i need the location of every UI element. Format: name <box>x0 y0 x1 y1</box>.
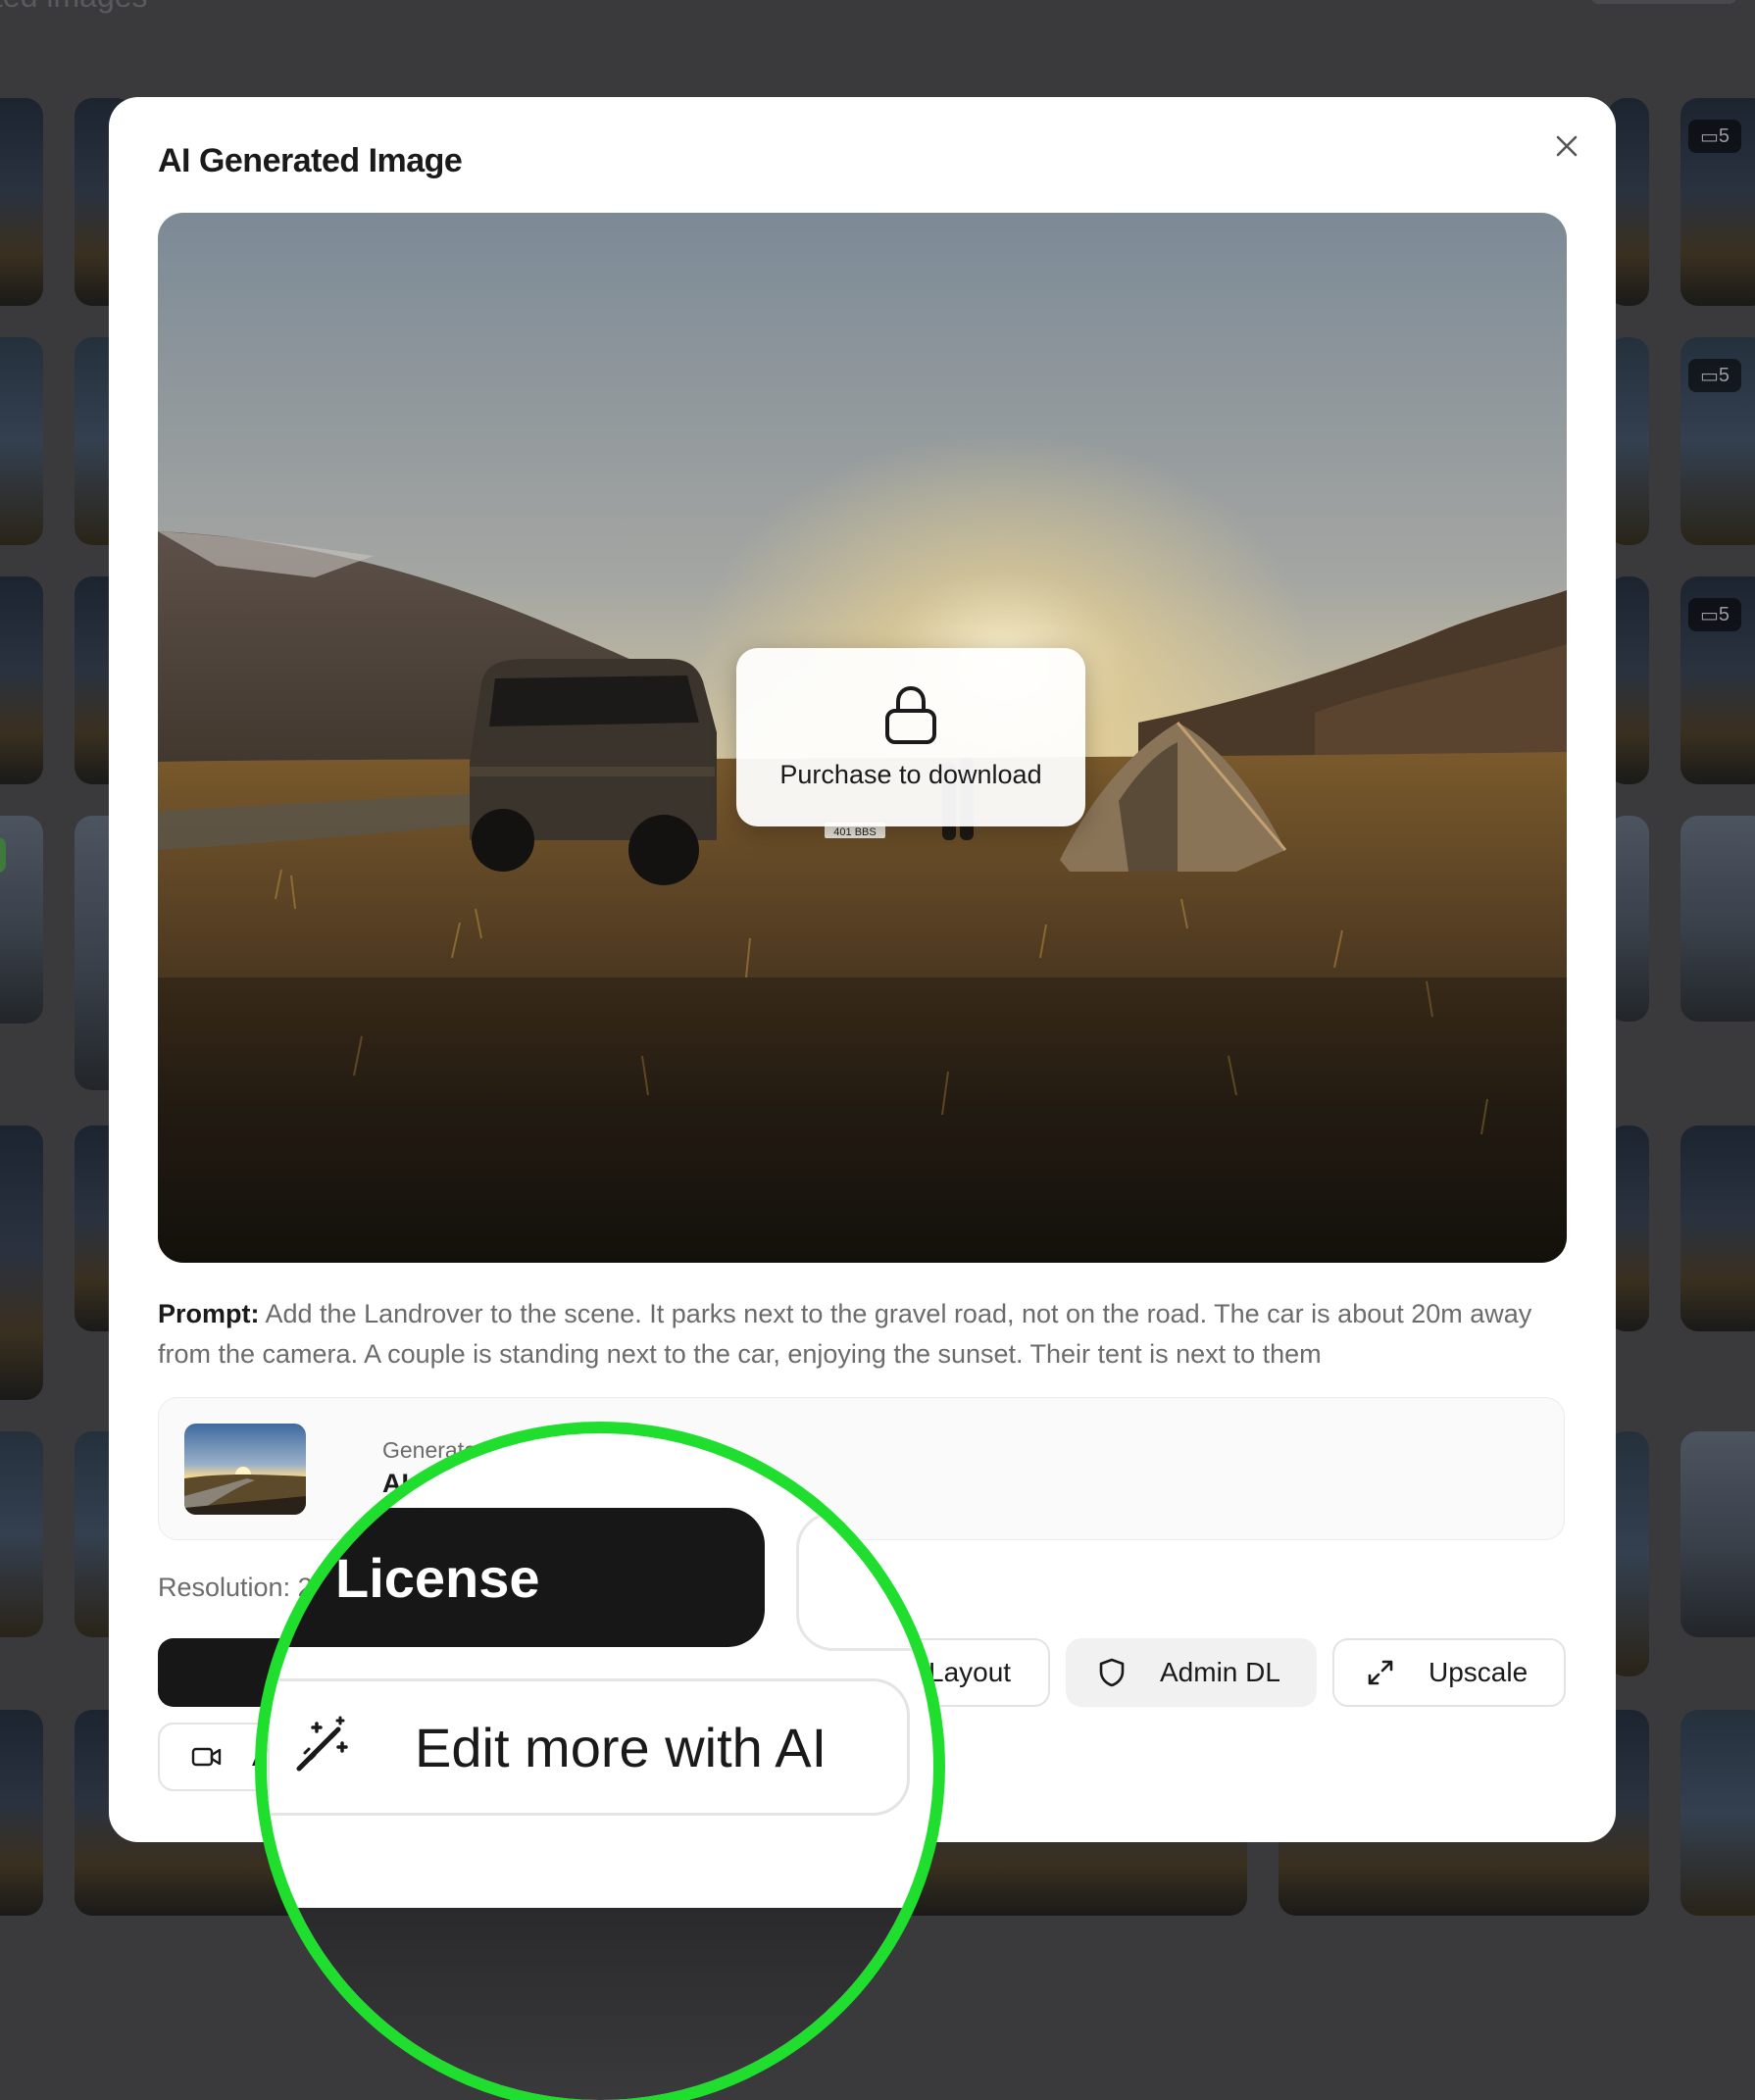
generated-image: 401 BBS Purchase to download <box>158 213 1567 1263</box>
upscale-label: Upscale <box>1429 1657 1529 1687</box>
video-camera-icon: ▭ <box>1700 604 1719 626</box>
license-button-zoomed[interactable]: License <box>267 1508 765 1647</box>
lock-icon <box>885 685 936 744</box>
layout-button-label: l Layout <box>915 1657 1012 1687</box>
edit-more-with-ai-button[interactable]: Edit more with AI <box>267 1678 910 1816</box>
status-badge: d <box>0 837 6 873</box>
admin-download-button[interactable]: Admin DL <box>1066 1638 1317 1707</box>
gallery-thumb[interactable]: ▭ 5 <box>1680 337 1755 545</box>
prompt-text: Prompt: Add the Landrover to the scene. … <box>158 1294 1570 1375</box>
purchase-label: Purchase to download <box>779 759 1042 789</box>
gallery-thumb[interactable] <box>0 337 43 545</box>
upscale-button[interactable]: Upscale <box>1332 1638 1566 1707</box>
video-camera-icon: ▭ <box>1700 365 1719 387</box>
admin-dl-label: Admin DL <box>1160 1657 1280 1687</box>
svg-text:401 BBS: 401 BBS <box>833 826 876 838</box>
gallery-thumb[interactable] <box>0 98 43 306</box>
shield-icon <box>1097 1657 1127 1688</box>
gallery-thumb[interactable]: ▭ 5 <box>1680 576 1755 784</box>
gallery-section-title: ted images <box>0 0 148 15</box>
gallery-thumb[interactable] <box>1680 1431 1755 1637</box>
license-label: License <box>335 1546 540 1609</box>
gallery-thumb[interactable] <box>1680 1125 1755 1331</box>
gallery-thumb[interactable] <box>0 1125 43 1400</box>
prompt-body: Add the Landrover to the scene. It parks… <box>158 1299 1532 1369</box>
secondary-button-zoomed[interactable] <box>796 1512 933 1651</box>
prompt-label: Prompt: <box>158 1299 260 1328</box>
close-button[interactable] <box>1547 126 1586 166</box>
gallery-thumb[interactable] <box>0 1710 43 1916</box>
video-camera-icon <box>191 1746 223 1768</box>
modal-title: AI Generated Image <box>158 142 463 179</box>
edit-more-with-ai-label: Edit more with AI <box>415 1716 827 1778</box>
close-icon <box>1556 135 1578 157</box>
video-badge: ▭ 5 <box>1688 120 1741 153</box>
purchase-to-download-card[interactable]: Purchase to download <box>736 648 1085 826</box>
magic-wand-icon <box>291 1714 354 1781</box>
source-thumbnail[interactable] <box>184 1424 306 1515</box>
magnifier-background-strip <box>267 1908 933 2100</box>
gallery-thumb[interactable] <box>0 1431 43 1637</box>
gallery-thumb[interactable] <box>1680 816 1755 1022</box>
video-badge: ▭ 5 <box>1688 359 1741 392</box>
gallery-thumb[interactable] <box>0 576 43 784</box>
gallery-thumb[interactable]: d <box>0 816 43 1024</box>
expand-icon <box>1366 1658 1395 1687</box>
source-thumbnail-image <box>184 1424 306 1515</box>
video-badge: ▭ 5 <box>1688 598 1741 631</box>
gallery-header-pill <box>1590 0 1737 4</box>
gallery-thumb[interactable]: ▭ 5 <box>1680 98 1755 306</box>
gallery-thumb[interactable] <box>1680 1710 1755 1916</box>
video-camera-icon: ▭ <box>1700 125 1719 148</box>
zoom-magnifier: License Edit more with AI <box>267 1433 933 2100</box>
